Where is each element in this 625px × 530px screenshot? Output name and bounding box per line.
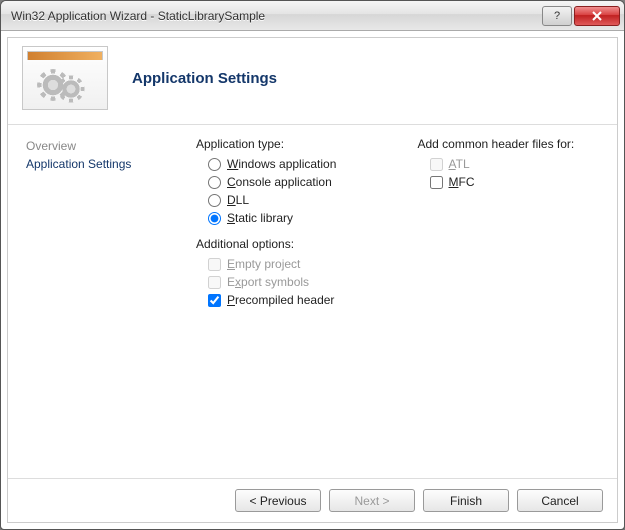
radio-static-library[interactable]: Static library bbox=[196, 209, 378, 227]
checkbox-mfc-input[interactable] bbox=[430, 176, 443, 189]
previous-button[interactable]: < Previous bbox=[235, 489, 321, 512]
header: Application Settings bbox=[8, 38, 617, 125]
sidebar-item-application-settings[interactable]: Application Settings bbox=[26, 155, 186, 173]
checkbox-mfc[interactable]: MFC bbox=[418, 173, 600, 191]
checkbox-empty-input bbox=[208, 258, 221, 271]
wizard-window: Win32 Application Wizard - StaticLibrary… bbox=[0, 0, 625, 530]
radio-dll-input[interactable] bbox=[208, 194, 221, 207]
radio-console-label: Console application bbox=[227, 175, 332, 189]
close-icon bbox=[592, 11, 602, 21]
titlebar: Win32 Application Wizard - StaticLibrary… bbox=[1, 1, 624, 31]
checkbox-precompiled-label: Precompiled header bbox=[227, 293, 334, 307]
sidebar: Overview Application Settings bbox=[26, 137, 196, 472]
finish-button[interactable]: Finish bbox=[423, 489, 509, 512]
close-button[interactable] bbox=[574, 6, 620, 26]
gear-icon bbox=[61, 79, 81, 99]
checkbox-precompiled-input[interactable] bbox=[208, 294, 221, 307]
checkbox-atl-input bbox=[430, 158, 443, 171]
checkbox-atl: ATL bbox=[418, 155, 600, 173]
checkbox-precompiled-header[interactable]: Precompiled header bbox=[196, 291, 378, 309]
header-files-label: Add common header files for: bbox=[418, 137, 600, 151]
radio-console-application[interactable]: Console application bbox=[196, 173, 378, 191]
additional-options-label: Additional options: bbox=[196, 237, 378, 251]
window-title: Win32 Application Wizard - StaticLibrary… bbox=[11, 9, 542, 23]
checkbox-export-input bbox=[208, 276, 221, 289]
wizard-icon bbox=[22, 46, 108, 110]
checkbox-export-symbols: Export symbols bbox=[196, 273, 378, 291]
radio-dll-label: DLL bbox=[227, 193, 249, 207]
help-button[interactable]: ? bbox=[542, 6, 572, 26]
page-title: Application Settings bbox=[132, 70, 277, 87]
sidebar-item-overview[interactable]: Overview bbox=[26, 137, 186, 155]
form-area: Application type: Windows application Co… bbox=[196, 137, 599, 472]
content-panel: Application Settings Overview Applicatio… bbox=[7, 37, 618, 523]
radio-windows-label: Windows application bbox=[227, 157, 336, 171]
next-button: Next > bbox=[329, 489, 415, 512]
right-column: Add common header files for: ATL MFC bbox=[418, 137, 600, 472]
radio-windows-input[interactable] bbox=[208, 158, 221, 171]
left-column: Application type: Windows application Co… bbox=[196, 137, 378, 472]
main-area: Overview Application Settings Applicatio… bbox=[8, 125, 617, 478]
footer: < Previous Next > Finish Cancel bbox=[8, 478, 617, 522]
titlebar-buttons: ? bbox=[542, 6, 620, 26]
radio-windows-application[interactable]: Windows application bbox=[196, 155, 378, 173]
checkbox-empty-project: Empty project bbox=[196, 255, 378, 273]
radio-dll[interactable]: DLL bbox=[196, 191, 378, 209]
checkbox-mfc-label: MFC bbox=[449, 175, 475, 189]
application-type-label: Application type: bbox=[196, 137, 378, 151]
radio-console-input[interactable] bbox=[208, 176, 221, 189]
cancel-button[interactable]: Cancel bbox=[517, 489, 603, 512]
checkbox-atl-label: ATL bbox=[449, 157, 470, 171]
checkbox-empty-label: Empty project bbox=[227, 257, 300, 271]
checkbox-export-label: Export symbols bbox=[227, 275, 309, 289]
radio-static-label: Static library bbox=[227, 211, 293, 225]
radio-static-input[interactable] bbox=[208, 212, 221, 225]
